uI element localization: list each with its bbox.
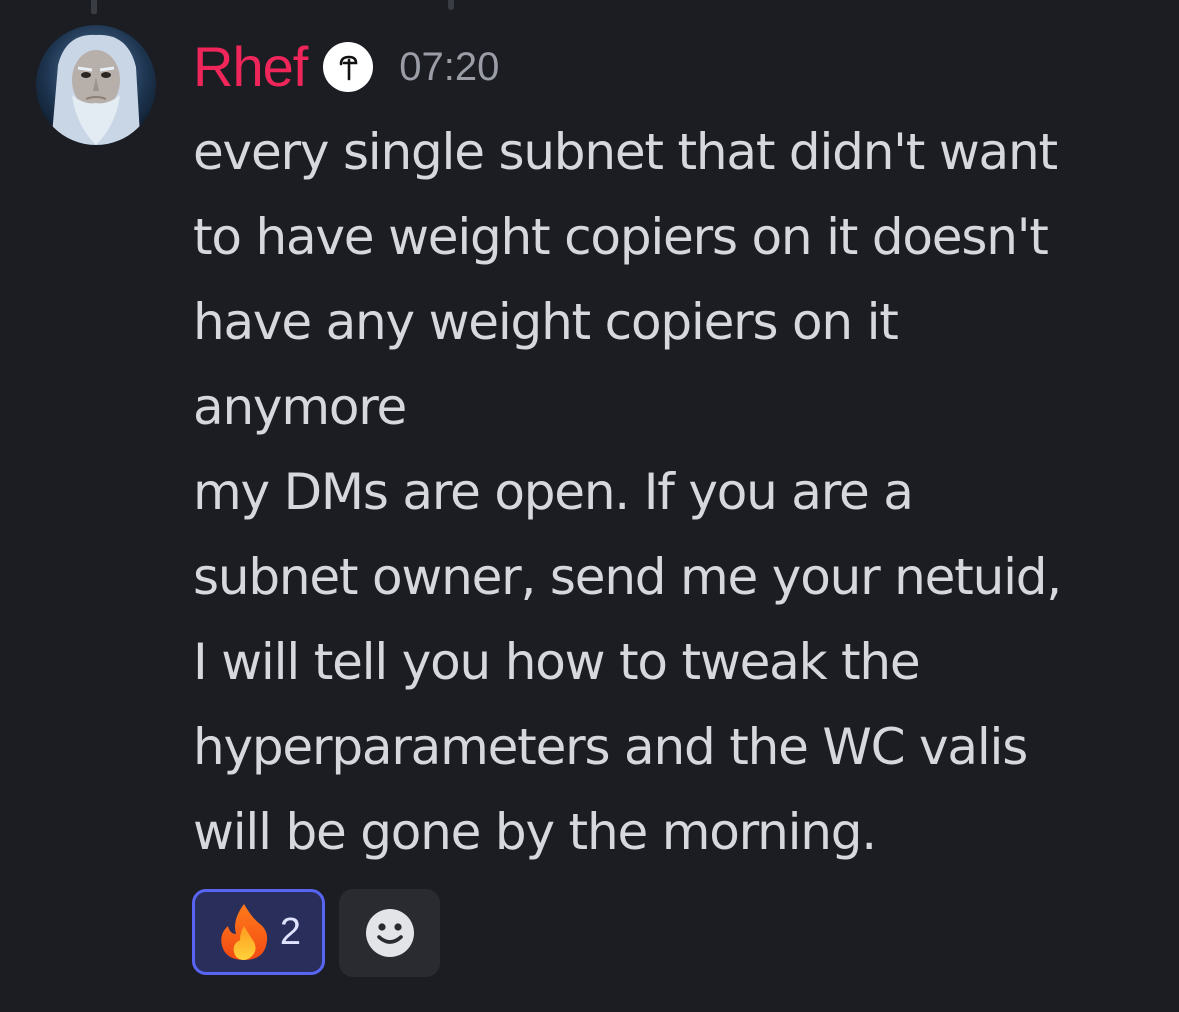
message-line: subnet owner, send me your netuid,	[193, 548, 1062, 606]
message-line: hyperparameters and the WC valis	[193, 718, 1028, 776]
message-timestamp: 07:20	[399, 45, 500, 89]
avatar-image-icon	[36, 25, 156, 145]
hook-glyph-icon	[339, 55, 358, 81]
reaction-count: 2	[279, 910, 302, 953]
message-header: Rhef 07:20	[193, 32, 499, 102]
message-line: my DMs are open. If you are a	[193, 463, 914, 521]
fire-reaction-button[interactable]: 2	[192, 889, 325, 975]
user-avatar[interactable]	[36, 25, 156, 145]
hook-badge-icon[interactable]	[323, 42, 374, 92]
thread-connector-line	[91, 0, 97, 14]
add-reaction-button[interactable]	[339, 889, 440, 977]
message-line: I will tell you how to tweak the	[193, 633, 921, 691]
message-line: anymore	[193, 378, 407, 436]
message-body: every single subnet that didn't want to …	[193, 110, 1168, 875]
fire-emoji-icon	[221, 904, 268, 960]
message-line: every single subnet that didn't want	[193, 123, 1058, 181]
message-line: will be gone by the morning.	[193, 803, 877, 861]
previous-message-fragment	[448, 0, 454, 10]
smiley-add-reaction-icon	[365, 909, 414, 957]
message-line: have any weight copiers on it	[193, 293, 899, 351]
author-username[interactable]: Rhef	[193, 32, 308, 102]
message-line: to have weight copiers on it doesn't	[193, 208, 1049, 266]
reactions-bar: 2	[192, 889, 440, 977]
